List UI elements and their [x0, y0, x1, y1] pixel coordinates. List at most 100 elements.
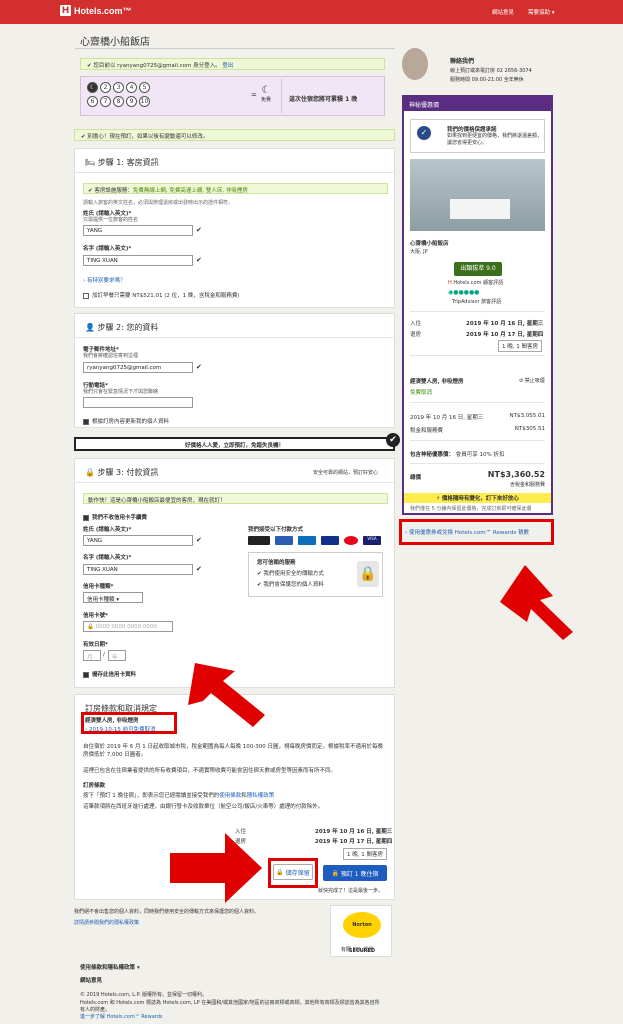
price-alert-text: 價格隨時有變化，訂下來好放心: [441, 496, 519, 502]
footer-feedback[interactable]: 網站意見: [80, 976, 102, 984]
no-smoking-icon: ⊘: [519, 378, 524, 384]
save-booking-button[interactable]: 🔒 儲存保留: [273, 864, 313, 880]
logout-link[interactable]: 登出: [222, 63, 233, 69]
sidebar-header: 神秘優惠價: [404, 97, 551, 111]
rating-badge: 出類拔萃 9.0: [454, 262, 502, 276]
privacy-policy-link[interactable]: 詳情請參閱我們的隱私權政策: [74, 919, 139, 926]
nights-badge: 1 晚, 1 間客房: [343, 848, 387, 860]
promo-bar: 好價格人人愛，立即預訂，免錯失良機！: [74, 437, 395, 451]
book-button[interactable]: 🔒 預訂 1 晚住宿: [323, 865, 387, 881]
policy-text-body: 按下「預訂 1 晚住宿」，即表示您已經閱讀並接受我們的: [83, 793, 220, 799]
amenities-bar: ✔ 客房設施服務：免費無線上網, 免費高速上網, 雙人床, 非吸煙房: [83, 183, 388, 194]
night-circle: 7: [100, 96, 111, 107]
rewards-more-link[interactable]: 進一步了解 Hotels.com™ Rewards: [80, 1013, 163, 1020]
email-field[interactable]: ryanyang0725@gmail.com: [83, 362, 193, 373]
urgency-bar: 動作快！這是心齋橋小船飯店最便宜的客房，現在就訂！: [83, 493, 388, 504]
card-type-select[interactable]: 信用卡種類 ▾: [83, 592, 143, 603]
save-booking-label: 儲存保留: [285, 869, 310, 877]
signin-banner: ✔ 您目前以 ryanyang0725@gmail.com 身分登入。 登出: [80, 58, 385, 70]
sb-room: 經濟雙人房, 非吸煙房: [410, 379, 464, 385]
help-menu[interactable]: 需要協助 ▾: [528, 8, 555, 16]
sb-checkin: 2019 年 10 月 16 日, 星期三: [466, 321, 544, 327]
card-logo-icon: [321, 536, 339, 545]
night-circle: 6: [87, 96, 98, 107]
last-name-input[interactable]: YANG: [83, 225, 193, 236]
free-label: 免費: [261, 97, 272, 103]
guarantee-text: 如果找到更便宜的價格，我們將退還差額，讓您省得更安心。: [447, 133, 543, 146]
rewards-nights: ☾ 2 3 4 5 6 7 8 9 10: [87, 82, 167, 107]
moon-icon: ☾: [87, 82, 98, 93]
visa-icon: VISA: [363, 536, 381, 545]
valid-check-icon: ✔: [196, 256, 202, 264]
privacy-note: 我們絕不會出售您的個人資料，同時我們使用安全的傳輸方式來保護您的個人資料。: [74, 909, 260, 915]
special-request-link[interactable]: › 有特別要求嗎？: [83, 276, 125, 284]
name-hint: 請輸入旅客的英文姓名，必須與辦理退房或出發時出示的證件相符。: [83, 200, 234, 206]
expiry-month-select[interactable]: 月: [83, 650, 101, 661]
chevron-down-icon: ▾: [551, 10, 555, 16]
security-item-text: 我們會保護您的個人資料: [263, 582, 324, 588]
member-label: 包含神秘優惠價：: [410, 452, 455, 458]
urgency-text: 動作快！這是心齋橋小船飯店最便宜的客房，現在就訂！: [88, 498, 226, 504]
update-text: 根據訂房內容更新我的個人資料: [92, 419, 170, 425]
divider: [410, 355, 545, 356]
phone-sub: 我們只會在緊急情況下才與您聯絡: [83, 389, 159, 395]
sb-free-cancel: 免費取消: [410, 390, 433, 396]
card-number-placeholder: 0000 0000 0000 0000: [95, 624, 157, 630]
step3-title-text: 步驟 3: 付款資訊: [97, 468, 159, 477]
expiry-label: 有效日期*: [83, 642, 108, 648]
footer-terms[interactable]: 使用條款和隱私權政策 ▾: [80, 963, 140, 971]
sb-date-line: 2019 年 10 月 16 日, 星期三: [410, 415, 484, 421]
lightning-icon: ⚡: [436, 496, 440, 502]
free-cancel-text: 2019-10-15 前可免費取消: [88, 727, 156, 733]
first-name-input[interactable]: TING XUAN: [83, 255, 193, 266]
special-request-text: 有特別要求嗎？: [86, 278, 126, 284]
last-name-sub: 只需提供一位旅客的姓名: [83, 217, 139, 223]
save-card-option[interactable]: 儲存此信用卡資料: [83, 670, 136, 678]
chevron-down-icon: ▾: [116, 597, 120, 603]
card-first-name-input[interactable]: TING XUAN: [83, 564, 193, 575]
free-cancel-link[interactable]: › 2019-10-15 前可免費取消: [85, 725, 156, 733]
card-last-name-input[interactable]: YANG: [83, 535, 193, 546]
checkin-date: 2019 年 10 月 16 日, 星期三: [315, 829, 393, 835]
no-fee-text: 我們不收信用卡手續費: [92, 515, 148, 521]
rewards-link[interactable]: › 使用優惠券或兌換 Hotels.com™ Rewards 積數: [405, 528, 529, 536]
norton-logo-icon: Norton SECURED: [343, 912, 381, 954]
expiry-year-select[interactable]: 年: [108, 650, 126, 661]
lock-icon: 🔒: [357, 561, 379, 587]
rating-source-text: Hotels.com 顧客評語: [453, 280, 504, 286]
legal-text: Hotels.com 和 Hotels.com 標誌為 Hotels.com, …: [80, 1000, 380, 1013]
terms-of-use-link[interactable]: 使用條款: [219, 793, 241, 799]
rewards-text: 這次住宿您將可累積 1 晚: [289, 96, 358, 103]
breakfast-checkbox[interactable]: [83, 292, 89, 299]
divider: [75, 482, 394, 483]
member-text: 會員可享 10% 折扣: [455, 452, 505, 458]
free-night: ☾ 免費: [261, 85, 271, 103]
update-checkbox[interactable]: [83, 418, 89, 425]
step3-title: 🔒 步驟 3: 付款資訊: [85, 467, 158, 478]
sb-tax-label: 稅金和服務費: [410, 428, 444, 434]
update-profile-option[interactable]: 根據訂房內容更新我的個人資料: [83, 417, 169, 425]
total-label: 總價: [410, 475, 422, 481]
brand-logo[interactable]: H Hotels.com™: [60, 5, 132, 16]
step1-title: 🛏 步驟 1: 客房資訊: [85, 157, 159, 168]
annotation-arrow-icon: [170, 833, 262, 903]
equals-sign: =: [251, 91, 257, 99]
card-number-input[interactable]: 🔒 0000 0000 0000 0000: [83, 621, 173, 632]
phone-field[interactable]: [83, 397, 193, 408]
agent-avatar: [402, 48, 428, 80]
lock-icon: 🔒: [276, 868, 284, 876]
trip-source-text: TripAdvisor 旅客評語: [452, 299, 502, 305]
card-first-name-label: 名字 (請輸入英文)*: [83, 555, 132, 561]
step2-title-text: 步驟 2: 您的資料: [97, 323, 159, 332]
divider: [410, 440, 545, 441]
feedback-link[interactable]: 網站意見: [492, 8, 514, 16]
step2-panel: 👤 步驟 2: 您的資料 電子郵件地址* 我們會將確認信寄到這裡 ryanyan…: [74, 313, 395, 428]
breakfast-option[interactable]: 加訂早餐只需要 NT$521.01 (2 位，1 晚，含稅金和服務費): [83, 291, 240, 299]
save-card-checkbox[interactable]: [83, 671, 89, 678]
book-button-label: 預訂 1 晚住宿: [340, 870, 379, 878]
privacy-link[interactable]: 隱私權政策: [247, 793, 275, 799]
step1-title-text: 步驟 1: 客房資訊: [97, 158, 159, 167]
tripadvisor-icon: ◉●●●●●: [448, 289, 480, 296]
check-icon: ✔: [81, 134, 86, 140]
copyright: © 2019 Hotels.com, L.P. 版權所有。並保留一切權利。: [80, 992, 207, 998]
